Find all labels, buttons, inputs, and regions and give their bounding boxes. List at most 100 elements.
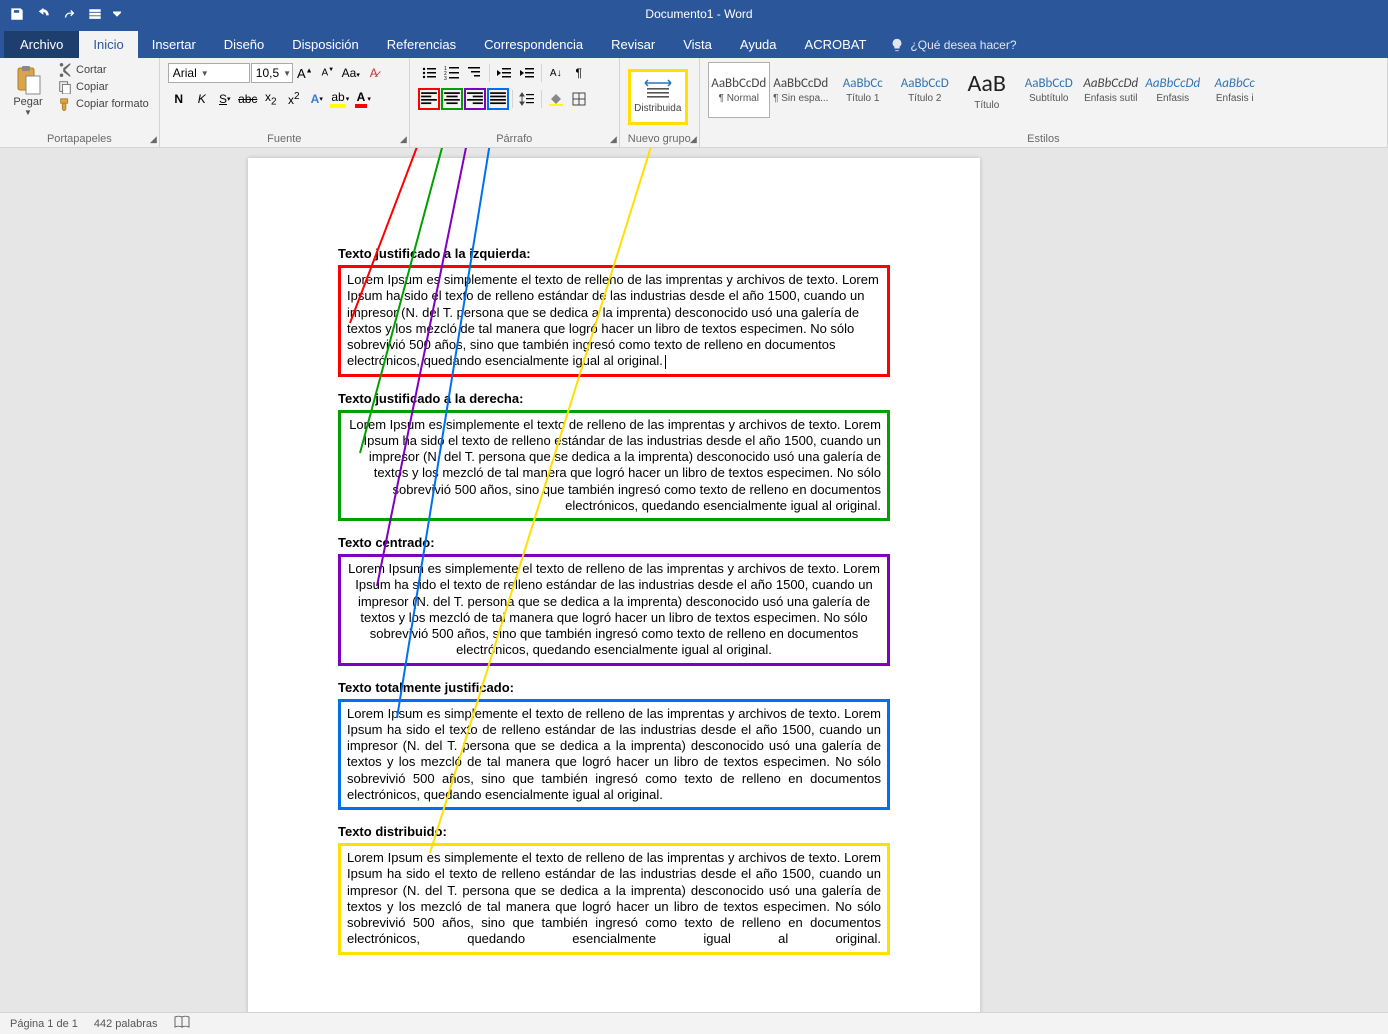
dialog-launcher-portapapeles[interactable]: ◢ (150, 134, 157, 145)
style-titulo1[interactable]: AaBbCcTítulo 1 (832, 62, 894, 118)
grow-font-button[interactable]: A▲ (294, 62, 316, 84)
align-justify-icon (489, 90, 507, 108)
ribbon-tabs: Archivo Inicio Insertar Diseño Disposici… (0, 28, 1388, 58)
align-right-button[interactable] (464, 88, 486, 110)
tab-inicio[interactable]: Inicio (79, 31, 137, 58)
style-enfasis-i[interactable]: AaBbCcÉnfasis i (1204, 62, 1266, 118)
copy-button[interactable]: Copiar (56, 79, 151, 95)
chevron-down-icon: ▼ (283, 69, 291, 78)
tab-referencias[interactable]: Referencias (373, 31, 470, 58)
grow-font-icon: A▲ (297, 66, 313, 81)
dialog-launcher-parrafo[interactable]: ◢ (610, 134, 617, 145)
align-justify-button[interactable] (487, 88, 509, 110)
underline-button[interactable]: S▾ (214, 88, 236, 110)
dialog-launcher-fuente[interactable]: ◢ (400, 134, 407, 145)
document-area[interactable]: Texto justificado a la izquierda: Lorem … (0, 148, 1388, 1012)
align-center-button[interactable] (441, 88, 463, 110)
change-case-icon: Aa▾ (342, 66, 360, 80)
qat-customize-button[interactable] (110, 3, 124, 25)
font-name-combo[interactable]: Arial▼ (168, 63, 250, 83)
save-icon (10, 7, 24, 21)
format-painter-label: Copiar formato (76, 98, 149, 110)
group-label-nuevo-grupo: Nuevo grupo (628, 131, 691, 147)
tab-ayuda[interactable]: Ayuda (726, 31, 791, 58)
style-enfasis[interactable]: AaBbCcDdÉnfasis (1142, 62, 1204, 118)
group-nuevo-grupo: Distribuida Nuevo grupo ◢ (620, 58, 700, 147)
qat-undo-button[interactable] (32, 3, 54, 25)
align-left-button[interactable] (418, 88, 440, 110)
group-portapapeles: Pegar ▼ Cortar Copiar Copiar formato Por… (0, 58, 160, 147)
sort-button[interactable]: A↓ (545, 62, 567, 84)
qat-redo-button[interactable] (58, 3, 80, 25)
tell-me-search[interactable]: ¿Qué desea hacer? (880, 32, 1026, 58)
change-case-button[interactable]: Aa▾ (340, 62, 362, 84)
multilevel-icon (467, 65, 483, 81)
italic-button[interactable]: K (191, 88, 213, 110)
bold-button[interactable]: N (168, 88, 190, 110)
text-effects-button[interactable]: A▾ (306, 88, 328, 110)
style-subtitulo[interactable]: AaBbCcDSubtítulo (1018, 62, 1080, 118)
dialog-launcher-nuevo-grupo[interactable]: ◢ (690, 134, 697, 145)
shrink-font-button[interactable]: A▼ (317, 62, 339, 84)
subscript-button[interactable]: x2 (260, 88, 282, 110)
page[interactable]: Texto justificado a la izquierda: Lorem … (248, 158, 980, 1012)
cut-button[interactable]: Cortar (56, 62, 151, 78)
list-icon (88, 7, 102, 21)
superscript-button[interactable]: x2 (283, 88, 305, 110)
styles-gallery[interactable]: AaBbCcDd¶ Normal AaBbCcDd¶ Sin espa... A… (708, 62, 1379, 131)
shading-button[interactable] (545, 88, 567, 110)
tell-me-placeholder: ¿Qué desea hacer? (910, 38, 1016, 52)
heading-dist: Texto distribuido: (338, 824, 890, 839)
font-size-combo[interactable]: 10,5▼ (251, 63, 293, 83)
bullets-icon (421, 65, 437, 81)
status-page[interactable]: Página 1 de 1 (10, 1018, 78, 1030)
paragraph-left-aligned[interactable]: Lorem Ipsum es simplemente el texto de r… (338, 265, 890, 377)
tab-disposicion[interactable]: Disposición (278, 31, 372, 58)
paragraph-centered[interactable]: Lorem Ipsum es simplemente el texto de r… (338, 554, 890, 666)
decrease-indent-button[interactable] (493, 62, 515, 84)
status-words[interactable]: 442 palabras (94, 1018, 158, 1030)
style-normal[interactable]: AaBbCcDd¶ Normal (708, 62, 770, 118)
line-spacing-button[interactable] (516, 88, 538, 110)
paragraph-distributed[interactable]: Lorem Ipsum es simplemente el texto de r… (338, 843, 890, 955)
font-color-icon: A (355, 90, 368, 108)
multilevel-button[interactable] (464, 62, 486, 84)
tab-vista[interactable]: Vista (669, 31, 726, 58)
paste-button[interactable]: Pegar ▼ (8, 62, 48, 119)
bullets-button[interactable] (418, 62, 440, 84)
format-painter-button[interactable]: Copiar formato (56, 96, 151, 112)
style-sin-espaciado[interactable]: AaBbCcDd¶ Sin espa... (770, 62, 832, 118)
borders-button[interactable] (568, 88, 590, 110)
qat-save-button[interactable] (6, 3, 28, 25)
tab-acrobat[interactable]: ACROBAT (791, 31, 881, 58)
scissors-icon (58, 63, 72, 77)
clear-formatting-button[interactable]: A̷ (363, 62, 385, 84)
style-titulo[interactable]: AaBTítulo (956, 62, 1018, 118)
qat-touchmode-button[interactable] (84, 3, 106, 25)
window-title: Documento1 - Word (130, 7, 1268, 21)
bold-icon: N (174, 92, 183, 106)
tab-diseno[interactable]: Diseño (210, 31, 278, 58)
paragraph-right-aligned[interactable]: Lorem Ipsum es simplemente el texto de r… (338, 410, 890, 522)
strikethrough-button[interactable]: abc (237, 88, 259, 110)
tab-revisar[interactable]: Revisar (597, 31, 669, 58)
paragraph-justified[interactable]: Lorem Ipsum es simplemente el texto de r… (338, 699, 890, 811)
distribute-button[interactable]: Distribuida (628, 69, 688, 125)
status-spellcheck-icon[interactable] (174, 1015, 190, 1032)
tab-correspondencia[interactable]: Correspondencia (470, 31, 597, 58)
highlight-button[interactable]: ab▾ (329, 88, 351, 110)
increase-indent-button[interactable] (516, 62, 538, 84)
tab-archivo[interactable]: Archivo (4, 31, 79, 58)
tab-insertar[interactable]: Insertar (138, 31, 210, 58)
lightbulb-icon (890, 38, 904, 52)
numbering-button[interactable]: 123 (441, 62, 463, 84)
undo-icon (36, 7, 50, 21)
style-titulo2[interactable]: AaBbCcDTítulo 2 (894, 62, 956, 118)
style-enfasis-sutil[interactable]: AaBbCcDdÉnfasis sutil (1080, 62, 1142, 118)
distribute-label: Distribuida (634, 103, 681, 114)
show-marks-button[interactable]: ¶ (568, 62, 590, 84)
status-bar: Página 1 de 1 442 palabras (0, 1012, 1388, 1034)
chevron-down-icon: ▼ (24, 108, 32, 117)
font-color-button[interactable]: A▾ (352, 88, 374, 110)
heading-left: Texto justificado a la izquierda: (338, 246, 890, 261)
